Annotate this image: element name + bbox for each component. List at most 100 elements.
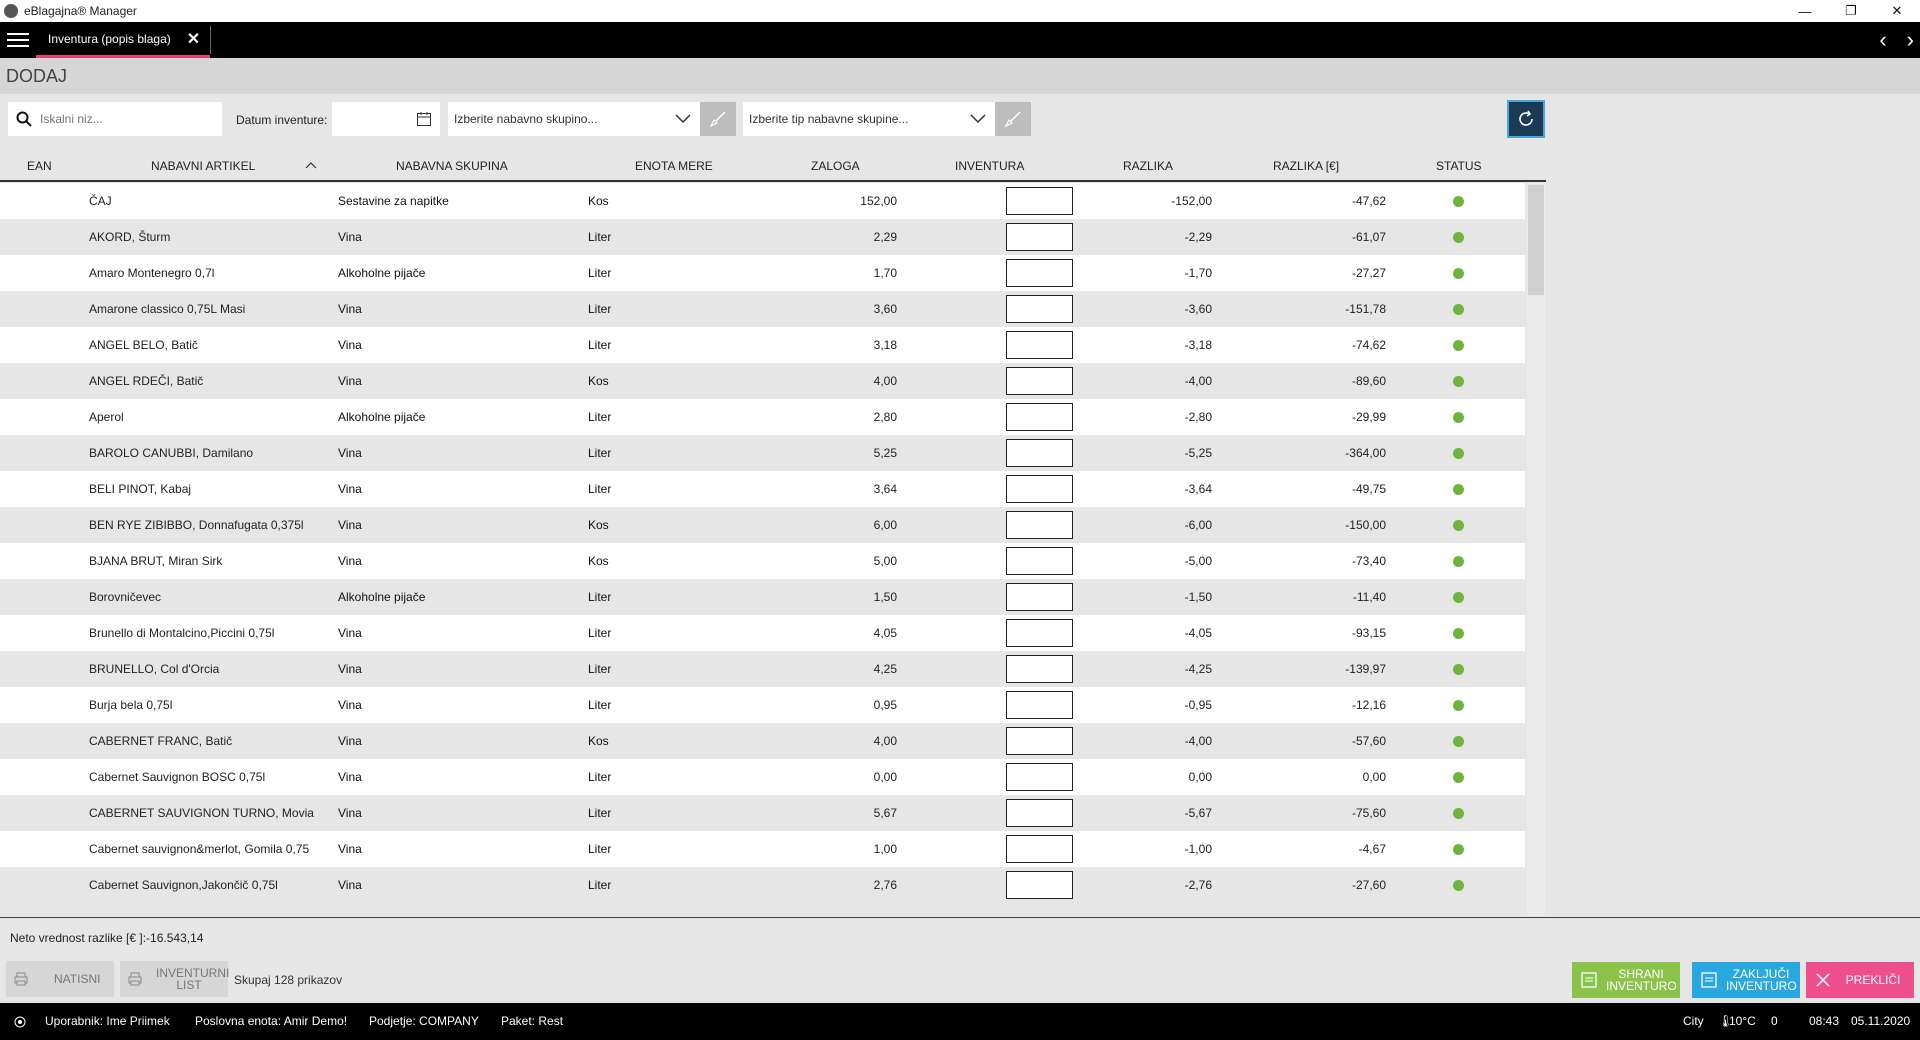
scrollbar-thumb[interactable]	[1528, 185, 1544, 295]
col-artikel[interactable]: NABAVNI ARTIKEL	[151, 159, 255, 173]
cell-enota: Liter	[588, 410, 612, 424]
close-window-button[interactable]: ✕	[1874, 0, 1920, 22]
inventory-input[interactable]	[1006, 259, 1073, 287]
inventory-input[interactable]	[1006, 619, 1073, 647]
cell-skupina: Vina	[338, 230, 362, 244]
cell-enota: Kos	[588, 518, 609, 532]
table-row[interactable]: AKORD, Šturm Vina Liter 2,29 -2,29 -61,07	[0, 219, 1525, 255]
inventory-input[interactable]	[1006, 547, 1073, 575]
status-dot-icon	[1453, 376, 1464, 387]
calendar-icon[interactable]	[416, 111, 432, 127]
scrollbar[interactable]	[1527, 183, 1545, 916]
refresh-button[interactable]	[1507, 100, 1545, 138]
table-row[interactable]: Borovničevec Alkoholne pijače Liter 1,50 -1,…	[0, 579, 1525, 615]
table-row[interactable]: CABERNET FRANC, Batič Vina Kos 4,00 -4,00 -57…	[0, 723, 1525, 759]
inventory-input[interactable]	[1006, 223, 1073, 251]
table-row[interactable]: BELI PINOT, Kabaj Vina Liter 3,64 -3,64 -49,7…	[0, 471, 1525, 507]
table-row[interactable]: BRUNELLO, Col d'Orcia Vina Liter 4,25 -4,25 -…	[0, 651, 1525, 687]
table-row[interactable]: ANGEL RDEČI, Batič Vina Kos 4,00 -4,00 -89,60	[0, 363, 1525, 399]
cell-razlika: -1,50	[1184, 590, 1212, 604]
next-arrow-icon[interactable]: ›	[1907, 27, 1914, 53]
col-razlika[interactable]: RAZLIKA	[1123, 159, 1173, 173]
date-label: 05.11.2020	[1851, 1014, 1911, 1028]
cell-razlika-eur: -61,07	[1351, 230, 1386, 244]
clear-type-button[interactable]	[995, 102, 1031, 136]
inventory-input[interactable]	[1006, 511, 1073, 539]
inventory-input[interactable]	[1006, 871, 1073, 899]
type-select-value: Izberite tip nabavne skupine...	[749, 112, 909, 126]
cell-zaloga: 5,25	[873, 446, 897, 460]
inventory-input[interactable]	[1006, 691, 1073, 719]
inventory-input[interactable]	[1006, 655, 1073, 683]
cell-zaloga: 0,00	[873, 770, 897, 784]
inventory-input[interactable]	[1006, 439, 1073, 467]
table-row[interactable]: Burja bela 0,75l Vina Liter 0,95 -0,95 -12,16	[0, 687, 1525, 723]
prev-arrow-icon[interactable]: ‹	[1879, 27, 1886, 53]
col-ean[interactable]: EAN	[27, 159, 52, 173]
cell-razlika-eur: -47,62	[1351, 194, 1386, 208]
inventory-input[interactable]	[1006, 367, 1073, 395]
col-status[interactable]: STATUS	[1436, 159, 1482, 173]
table-row[interactable]: Cabernet Sauvignon BOSC 0,75l Vina Liter 0,…	[0, 759, 1525, 795]
col-razlika-eur[interactable]: RAZLIKA [€]	[1273, 159, 1339, 173]
col-skupina[interactable]: NABAVNA SKUPINA	[396, 159, 508, 173]
status-dot-icon	[1453, 628, 1464, 639]
search-input[interactable]	[40, 112, 210, 126]
cell-razlika-eur: -4,67	[1358, 842, 1386, 856]
cell-enota: Liter	[588, 698, 612, 712]
col-zaloga[interactable]: ZALOGA	[811, 159, 860, 173]
cell-razlika: -4,05	[1184, 626, 1212, 640]
inventory-input[interactable]	[1006, 331, 1073, 359]
inventory-input[interactable]	[1006, 187, 1073, 215]
table-row[interactable]: Brunello di Montalcino,Piccini 0,75l Vina…	[0, 615, 1525, 651]
inventory-input[interactable]	[1006, 295, 1073, 323]
inventory-input[interactable]	[1006, 583, 1073, 611]
table-row[interactable]: Amaro Montenegro 0,7l Alkoholne pijače Lit…	[0, 255, 1525, 291]
inventory-input[interactable]	[1006, 799, 1073, 827]
table-row[interactable]: ČAJ Sestavine za napitke Kos 152,00 -152,00 -…	[0, 183, 1525, 219]
print-button[interactable]: NATISNI	[6, 961, 114, 997]
table-row[interactable]: Cabernet sauvignon&merlot, Gomila 0,75 Vi…	[0, 831, 1525, 867]
inventory-input[interactable]	[1006, 475, 1073, 503]
status-dot-icon	[1453, 772, 1464, 783]
cell-enota: Liter	[588, 878, 612, 892]
table-row[interactable]: BEN RYE ZIBIBBO, Donnafugata 0,375l Vina K…	[0, 507, 1525, 543]
inventory-input[interactable]	[1006, 403, 1073, 431]
type-select[interactable]: Izberite tip nabavne skupine...	[743, 102, 995, 136]
cell-zaloga: 1,50	[873, 590, 897, 604]
minimize-button[interactable]: —	[1782, 0, 1828, 22]
restore-button[interactable]: ❐	[1828, 0, 1874, 22]
sort-asc-icon[interactable]	[305, 161, 317, 169]
search-icon	[8, 111, 40, 127]
tab-inventura[interactable]: Inventura (popis blaga) ✕	[36, 22, 211, 58]
search-box[interactable]	[8, 102, 222, 136]
menu-icon[interactable]	[0, 22, 36, 58]
cell-razlika: -4,00	[1184, 734, 1212, 748]
table-row[interactable]: BJANA BRUT, Miran Sirk Vina Kos 5,00 -5,00 -7…	[0, 543, 1525, 579]
table-row[interactable]: Cabernet Sauvignon,Jakončič 0,75l Vina Lit…	[0, 867, 1525, 903]
inventory-list-button[interactable]: INVENTURNI LIST	[120, 961, 229, 997]
col-enota[interactable]: ENOTA MERE	[635, 159, 713, 173]
table-row[interactable]: ANGEL BELO, Batič Vina Liter 3,18 -3,18 -74,6…	[0, 327, 1525, 363]
save-inventory-button[interactable]: SHRANI INVENTURO	[1572, 962, 1680, 998]
close-inventory-button[interactable]: ZAKLJUČI INVENTURO	[1692, 962, 1800, 998]
cell-artikel: Burja bela 0,75l	[89, 698, 173, 712]
cell-artikel: Amaro Montenegro 0,7l	[89, 266, 215, 280]
table-row[interactable]: BAROLO CANUBBI, Damilano Vina Liter 5,25 -5,…	[0, 435, 1525, 471]
table-row[interactable]: CABERNET SAUVIGNON TURNO, Movia Vina Liter…	[0, 795, 1525, 831]
cell-enota: Liter	[588, 662, 612, 676]
inventory-input[interactable]	[1006, 727, 1073, 755]
cancel-button[interactable]: PREKLIČI	[1806, 962, 1914, 998]
status-dot-icon	[1453, 232, 1464, 243]
inventory-input[interactable]	[1006, 835, 1073, 863]
table-row[interactable]: Aperol Alkoholne pijače Liter 2,80 -2,80 -29,…	[0, 399, 1525, 435]
table-row[interactable]: Amarone classico 0,75L Masi Vina Liter 3,60…	[0, 291, 1525, 327]
tab-close-icon[interactable]: ✕	[187, 29, 200, 49]
date-field[interactable]	[332, 102, 440, 136]
group-select[interactable]: Izberite nabavno skupino...	[448, 102, 700, 136]
cell-enota: Liter	[588, 806, 612, 820]
inventory-input[interactable]	[1006, 763, 1073, 791]
cell-artikel: AKORD, Šturm	[89, 230, 171, 244]
clear-group-button[interactable]	[700, 102, 736, 136]
col-inventura[interactable]: INVENTURA	[955, 159, 1024, 173]
